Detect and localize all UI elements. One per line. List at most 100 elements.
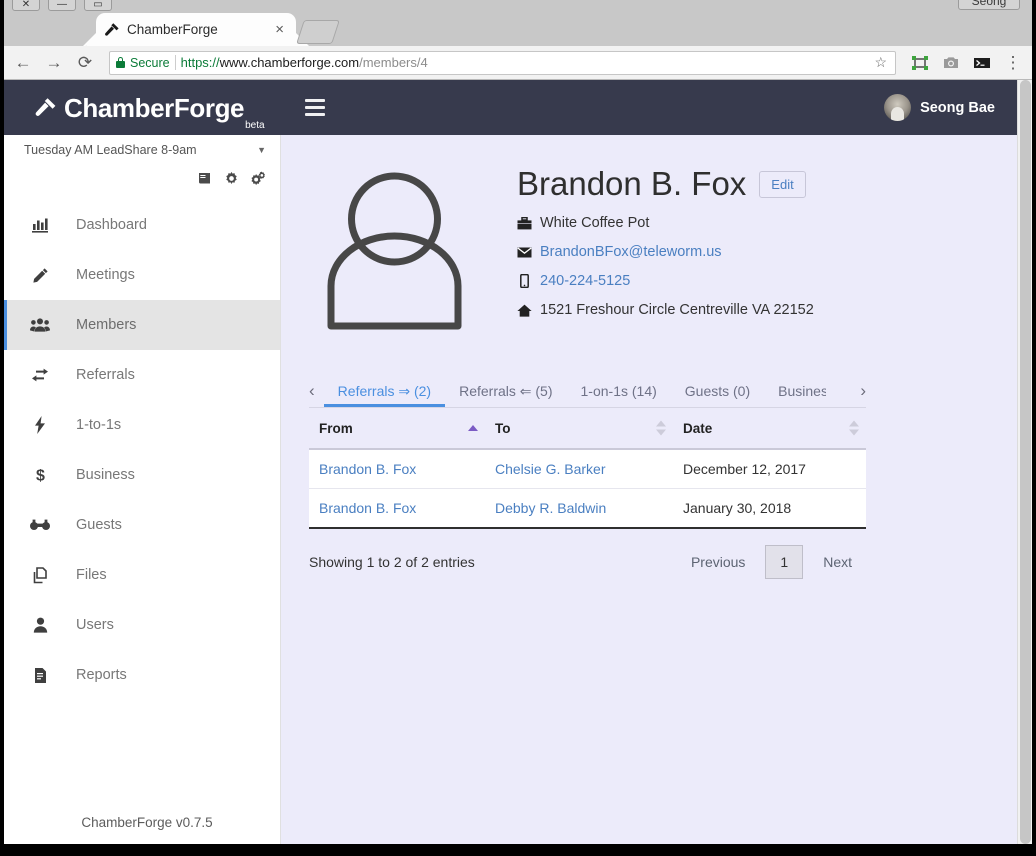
tabs-next-icon[interactable]: ›	[856, 382, 866, 407]
sidebar-item-meetings[interactable]: Meetings	[4, 250, 280, 300]
avatar	[884, 94, 911, 121]
page-viewport: ChamberForge beta Seong Bae Tuesday AM L…	[4, 80, 1032, 844]
hammer-icon	[34, 96, 58, 120]
camera-icon[interactable]	[940, 52, 962, 74]
user-icon	[29, 617, 51, 633]
tab-guests[interactable]: Guests (0)	[671, 384, 764, 407]
url-scheme: https://	[181, 55, 220, 70]
member-company-row: White Coffee Pot	[517, 215, 814, 231]
security-label: Secure	[130, 56, 170, 70]
group-selector-value: Tuesday AM LeadShare 8-9am	[24, 143, 197, 157]
binoculars-icon	[29, 519, 51, 531]
hammer-icon	[104, 22, 120, 38]
page-scrollbar[interactable]	[1017, 80, 1032, 844]
cell-to: Debby R. Baldwin	[485, 489, 673, 529]
sort-none-icon	[656, 421, 666, 436]
gear-icon[interactable]	[223, 170, 239, 186]
sidebar-item-label: Guests	[76, 517, 122, 533]
group-action-icons	[4, 165, 280, 186]
window-minimize-button[interactable]: —	[48, 0, 76, 11]
sidebar-item-dashboard[interactable]: Dashboard	[4, 200, 280, 250]
sort-ascending-icon	[468, 425, 478, 431]
member-tabs-wrapper: ‹ Referrals ⇒ (2) Referrals ⇐ (5) 1-on-1…	[309, 372, 866, 408]
brand-logo[interactable]: ChamberForge beta	[4, 80, 281, 135]
desktop-bottom-bar	[0, 844, 1036, 856]
browser-menu-icon[interactable]: ⋮	[1002, 52, 1024, 74]
scrollbar-thumb[interactable]	[1020, 80, 1031, 844]
forward-icon[interactable]: →	[43, 52, 65, 74]
pagination: Previous 1 Next	[677, 545, 866, 579]
url-path: /members/4	[359, 55, 428, 70]
bar-chart-icon	[29, 217, 51, 233]
member-link[interactable]: Brandon B. Fox	[319, 461, 416, 477]
sidebar-nav: Dashboard Meetings	[4, 200, 280, 700]
sidebar-item-1-to-1s[interactable]: 1-to-1s	[4, 400, 280, 450]
member-details: Brandon B. Fox Edit Whit	[479, 160, 814, 330]
chevron-down-icon: ▼	[257, 145, 266, 155]
page-title: Brandon B. Fox	[517, 166, 746, 202]
sidebar-item-users[interactable]: Users	[4, 600, 280, 650]
tab-business[interactable]: Business	[764, 384, 826, 407]
tab-referrals-received[interactable]: Referrals ⇐ (5)	[445, 384, 566, 407]
browser-profile-chip[interactable]: Seong	[958, 0, 1020, 10]
hamburger-icon[interactable]	[301, 95, 329, 120]
sidebar-item-referrals[interactable]: Referrals	[4, 350, 280, 400]
bookmark-star-icon[interactable]: ☆	[874, 54, 889, 71]
sidebar-item-label: Members	[76, 317, 136, 333]
tab-one-on-ones[interactable]: 1-on-1s (14)	[567, 384, 671, 407]
sidebar-item-business[interactable]: $ Business	[4, 450, 280, 500]
member-email-row: BrandonBFox@teleworm.us	[517, 244, 814, 260]
bolt-icon	[29, 416, 51, 434]
sidebar-item-reports[interactable]: Reports	[4, 650, 280, 700]
screenshot-region-icon[interactable]	[909, 52, 931, 74]
member-email-link[interactable]: BrandonBFox@teleworm.us	[540, 244, 722, 260]
window-close-button[interactable]: ✕	[12, 0, 40, 11]
entries-summary: Showing 1 to 2 of 2 entries	[309, 554, 475, 570]
member-phone-row: 240-224-5125	[517, 273, 814, 289]
member-address-row: 1521 Freshour Circle Centreville VA 2215…	[517, 302, 814, 318]
reload-icon[interactable]: ⟳	[74, 52, 96, 74]
sidebar-item-files[interactable]: Files	[4, 550, 280, 600]
tab-referrals-given[interactable]: Referrals ⇒ (2)	[324, 384, 445, 407]
member-link[interactable]: Debby R. Baldwin	[495, 500, 606, 516]
column-header-date[interactable]: Date	[673, 408, 866, 449]
sidebar-item-guests[interactable]: Guests	[4, 500, 280, 550]
home-icon	[517, 304, 532, 317]
briefcase-icon	[517, 217, 532, 230]
cell-date: January 30, 2018	[673, 489, 866, 529]
book-icon[interactable]	[196, 170, 212, 186]
column-label: To	[495, 421, 511, 436]
close-icon[interactable]: ×	[271, 22, 288, 37]
pagination-page-1[interactable]: 1	[765, 545, 803, 579]
tabs-prev-icon[interactable]: ‹	[309, 382, 324, 407]
address-bar[interactable]: Secure https://www.chamberforge.com/memb…	[109, 51, 896, 75]
pagination-previous[interactable]: Previous	[677, 546, 759, 578]
browser-tab-chamberforge[interactable]: ChamberForge ×	[96, 13, 296, 46]
table-row: Brandon B. Fox Chelsie G. Barker Decembe…	[309, 449, 866, 489]
cogs-icon[interactable]	[250, 170, 266, 186]
pencil-icon	[29, 267, 51, 284]
envelope-icon	[517, 247, 532, 258]
back-icon[interactable]: ←	[12, 52, 34, 74]
sidebar-item-label: Referrals	[76, 367, 135, 383]
user-menu[interactable]: Seong Bae	[884, 94, 1017, 121]
group-selector[interactable]: Tuesday AM LeadShare 8-9am ▼	[4, 135, 280, 165]
window-maximize-button[interactable]: ▭	[84, 0, 112, 11]
member-company: White Coffee Pot	[540, 215, 649, 231]
sidebar-item-label: Meetings	[76, 267, 135, 283]
column-header-to[interactable]: To	[485, 408, 673, 449]
sidebar-item-label: Files	[76, 567, 107, 583]
new-tab-button[interactable]	[296, 20, 340, 44]
sidebar-item-label: Users	[76, 617, 114, 633]
cell-date: December 12, 2017	[673, 449, 866, 489]
column-header-from[interactable]: From	[309, 408, 485, 449]
member-phone-link[interactable]: 240-224-5125	[540, 273, 630, 289]
mobile-phone-icon	[517, 274, 532, 288]
member-link[interactable]: Brandon B. Fox	[319, 500, 416, 516]
edit-button[interactable]: Edit	[759, 171, 805, 198]
sidebar-item-members[interactable]: Members	[4, 300, 280, 350]
terminal-icon[interactable]	[971, 52, 993, 74]
member-link[interactable]: Chelsie G. Barker	[495, 461, 605, 477]
pagination-next[interactable]: Next	[809, 546, 866, 578]
users-icon	[29, 317, 51, 333]
